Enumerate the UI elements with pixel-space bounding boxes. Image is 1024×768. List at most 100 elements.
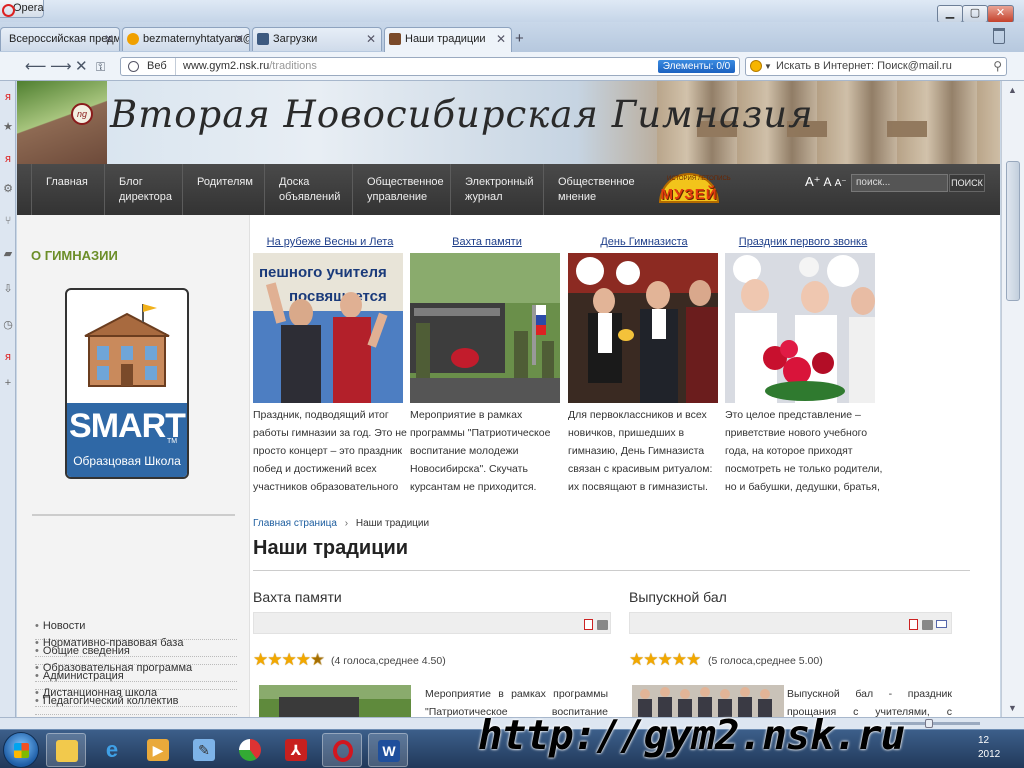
search-icon[interactable]: ⚲ [993, 58, 1002, 75]
chevron-down-icon[interactable]: ▼ [764, 58, 772, 75]
rating-stars[interactable]: ★★★★★ [253, 650, 325, 670]
taskbar-opera[interactable] [322, 733, 362, 767]
menu-notice-board[interactable]: Доска объявлений [264, 164, 352, 215]
taskbar-word[interactable]: W [368, 733, 408, 767]
close-tab-icon[interactable]: ✕ [366, 28, 376, 50]
print-icon[interactable] [922, 620, 933, 630]
forward-arrow-icon[interactable]: ⟶ [50, 57, 72, 75]
pdf-icon[interactable] [584, 619, 593, 630]
settings-gear-icon[interactable]: ⚙ [2, 183, 14, 195]
scroll-thumb[interactable] [1006, 161, 1020, 301]
page-scrollbar[interactable]: ▲ ▼ [1001, 81, 1024, 717]
article-title-graduation-ball[interactable]: Выпускной бал [629, 589, 727, 605]
key-icon[interactable]: ⚿ [96, 60, 105, 75]
sidebar-link-distance-school[interactable]: Дистанционная школа [35, 682, 237, 707]
close-button[interactable]: ✕ [987, 5, 1014, 23]
font-reset-button[interactable]: A [824, 175, 832, 189]
breadcrumb-separator: › [344, 518, 349, 529]
add-panel-icon[interactable]: + [2, 377, 14, 389]
rating-stars[interactable]: ★★★★★ [629, 650, 701, 670]
menu-public-administration[interactable]: Общественное управление [352, 164, 450, 215]
scroll-up-icon[interactable]: ▲ [1008, 85, 1017, 95]
page-title: Наши традиции [253, 537, 409, 559]
trash-icon[interactable] [993, 28, 1005, 44]
taskbar-explorer[interactable] [46, 733, 86, 767]
close-tab-icon[interactable]: ✕ [234, 28, 244, 50]
feature-title-gymnasist-day[interactable]: День Гимназиста [568, 236, 720, 248]
search-engine-icon[interactable] [750, 60, 762, 72]
back-arrow-icon[interactable]: ⟵ [25, 57, 47, 75]
sidebar-link-educational-program[interactable]: Образовательная программа [35, 657, 237, 682]
smart-school-logo[interactable]: SMART TM Образцовая Школа [65, 288, 189, 479]
bookmarks-star-icon[interactable]: ★ [2, 121, 14, 133]
museum-logo[interactable]: ИСТОРИЯ ЛЕТОПИСЬ МУЗЕЙ [653, 173, 731, 207]
tray-clock[interactable]: 12 2012 [978, 734, 1000, 762]
yandex-icon[interactable]: я [2, 153, 14, 165]
taskbar-tools[interactable]: ✎ [184, 733, 224, 767]
stop-icon[interactable]: ✕ [75, 57, 88, 75]
print-icon[interactable] [597, 620, 608, 630]
web-search-input[interactable]: ▼ Искать в Интернет: Поиск@mail.ru ⚲ [745, 57, 1007, 76]
font-decrease-button[interactable]: A⁻ [835, 178, 847, 189]
feature-image-spring-summer[interactable]: пешного учителя посвящается [253, 253, 403, 403]
site-search-button[interactable]: ПОИСК [949, 174, 985, 192]
feature-title-memory-watch[interactable]: Вахта памяти [411, 236, 563, 248]
feature-image-memory-watch[interactable] [410, 253, 560, 403]
pdf-icon[interactable] [909, 619, 918, 630]
taskbar-pdf-reader[interactable]: ⅄ [276, 733, 316, 767]
elements-badge[interactable]: Элементы: 0/0 [658, 60, 735, 73]
menu-home[interactable]: Главная [31, 164, 104, 215]
tab-mail[interactable]: bezmaternyhtatyana@... ✕ [122, 27, 250, 51]
photo-banner-text: пешного учителя [259, 264, 387, 281]
feature-title-spring-summer[interactable]: На рубеже Весны и Лета [254, 236, 406, 248]
menu-parents[interactable]: Родителям [182, 164, 264, 215]
article-toolbar [629, 612, 952, 634]
downloads-icon[interactable]: ⇩ [2, 283, 14, 295]
email-icon[interactable] [936, 620, 947, 628]
menu-electronic-journal[interactable]: Электронный журнал [450, 164, 543, 215]
close-tab-icon[interactable]: ✕ [104, 28, 114, 50]
opera-menu-button[interactable]: Opera [0, 0, 44, 18]
history-icon[interactable]: ◷ [2, 319, 14, 331]
pdf-reader-icon: ⅄ [285, 739, 307, 761]
article-title-memory-watch[interactable]: Вахта памяти [253, 589, 342, 605]
scroll-down-icon[interactable]: ▼ [1008, 703, 1017, 713]
zoom-slider-knob[interactable] [925, 719, 933, 728]
maximize-button[interactable]: ▢ [962, 5, 988, 23]
sidebar-divider [32, 514, 235, 516]
menu-label: Общественное [558, 176, 635, 188]
menu-label: Общественное [367, 176, 444, 188]
site-search-input[interactable]: поиск... [851, 174, 948, 192]
breadcrumb-home-link[interactable]: Главная страница [253, 518, 337, 529]
share-icon[interactable]: ⑂ [2, 215, 14, 227]
font-increase-button[interactable]: A⁺ [805, 174, 821, 189]
address-bar[interactable]: Веб www.gym2.nsk.ru/traditions Элементы:… [120, 57, 740, 76]
menu-public-opinion[interactable]: Общественное мнение [543, 164, 643, 215]
close-tab-icon[interactable]: ✕ [496, 28, 506, 50]
tab-olympiad[interactable]: Всероссийская предм... ✕ [0, 27, 120, 51]
sidebar-link-regulations[interactable]: Нормативно-правовая база [35, 632, 237, 657]
address-scope[interactable]: Веб [121, 58, 176, 75]
tab-traditions[interactable]: Наши традиции ✕ [384, 27, 512, 52]
tab-downloads[interactable]: Загрузки ✕ [252, 27, 382, 51]
menu-director-blog[interactable]: Блог директора [104, 164, 182, 215]
feature-title-first-bell[interactable]: Праздник первого звонка [727, 236, 879, 248]
address-url[interactable]: www.gym2.nsk.ru/traditions [183, 58, 317, 75]
window-titlebar: Opera ▁ ▢ ✕ [0, 0, 1024, 23]
yandex-icon[interactable]: я [2, 351, 14, 363]
taskbar-app-green[interactable] [230, 733, 270, 767]
notes-icon[interactable]: ▰ [2, 248, 14, 260]
feature-image-first-bell[interactable] [725, 253, 875, 403]
new-tab-icon[interactable]: + [515, 30, 524, 47]
museum-logo-arc-text: ИСТОРИЯ ЛЕТОПИСЬ [667, 176, 731, 182]
taskbar-internet-explorer[interactable]: e [92, 733, 132, 767]
minimize-button[interactable]: ▁ [937, 5, 963, 23]
yandex-icon[interactable]: я [2, 91, 14, 103]
site-banner: ng Вторая Новосибирская Гимназия [17, 81, 1000, 164]
taskbar-media-player[interactable]: ▶ [138, 733, 178, 767]
side-panel: я ★ я ⚙ ⑂ ▰ ⇩ ◷ я + [0, 81, 16, 717]
heading-divider [253, 570, 970, 571]
article-thumbnail-memory-watch[interactable] [259, 685, 411, 717]
feature-image-gymnasist-day[interactable] [568, 253, 718, 403]
start-button[interactable] [3, 732, 39, 768]
